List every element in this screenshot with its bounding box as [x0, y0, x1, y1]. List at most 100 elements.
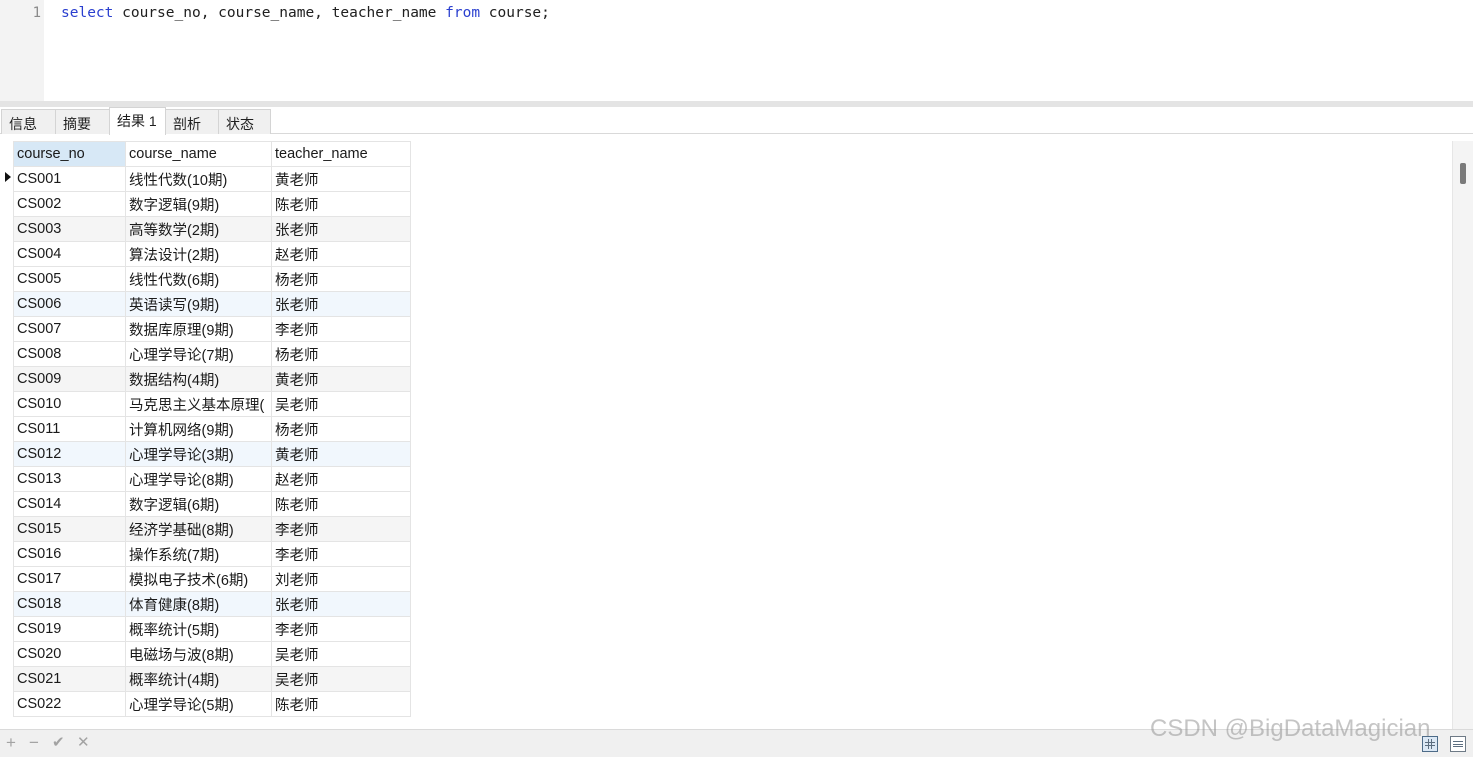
cell-course-name[interactable]: 概率统计(5期)	[125, 616, 272, 642]
sql-code-line[interactable]: select course_no, course_name, teacher_n…	[61, 5, 550, 21]
cell-teacher-name[interactable]: 陈老师	[271, 491, 411, 517]
discard-changes-icon[interactable]: ✕	[77, 734, 90, 752]
cell-teacher-name[interactable]: 李老师	[271, 516, 411, 542]
table-row[interactable]: CS016 操作系统(7期) 李老师	[13, 541, 411, 567]
cell-teacher-name[interactable]: 李老师	[271, 616, 411, 642]
cell-course-no[interactable]: CS012	[13, 441, 126, 467]
cell-teacher-name[interactable]: 黄老师	[271, 366, 411, 392]
cell-course-name[interactable]: 数字逻辑(6期)	[125, 491, 272, 517]
cell-course-name[interactable]: 数据结构(4期)	[125, 366, 272, 392]
cell-course-no[interactable]: CS003	[13, 216, 126, 242]
cell-teacher-name[interactable]: 张老师	[271, 291, 411, 317]
cell-course-name[interactable]: 数据库原理(9期)	[125, 316, 272, 342]
delete-record-icon[interactable]: −	[29, 734, 39, 752]
table-row[interactable]: CS014 数字逻辑(6期) 陈老师	[13, 491, 411, 517]
cell-teacher-name[interactable]: 黄老师	[271, 166, 411, 192]
table-row[interactable]: CS005 线性代数(6期) 杨老师	[13, 266, 411, 292]
tab-info[interactable]: 信息	[1, 109, 56, 134]
scrollbar-thumb[interactable]	[1460, 163, 1466, 184]
table-row[interactable]: CS007 数据库原理(9期) 李老师	[13, 316, 411, 342]
cell-course-no[interactable]: CS020	[13, 641, 126, 667]
cell-teacher-name[interactable]: 李老师	[271, 541, 411, 567]
cell-course-name[interactable]: 体育健康(8期)	[125, 591, 272, 617]
cell-course-no[interactable]: CS014	[13, 491, 126, 517]
table-row[interactable]: CS002 数字逻辑(9期) 陈老师	[13, 191, 411, 217]
add-record-icon[interactable]: +	[6, 734, 16, 752]
sql-editor[interactable]: 1 select course_no, course_name, teacher…	[0, 0, 1473, 101]
cell-course-name[interactable]: 线性代数(10期)	[125, 166, 272, 192]
cell-course-no[interactable]: CS017	[13, 566, 126, 592]
cell-course-no[interactable]: CS005	[13, 266, 126, 292]
cell-course-name[interactable]: 操作系统(7期)	[125, 541, 272, 567]
cell-course-name[interactable]: 心理学导论(3期)	[125, 441, 272, 467]
cell-teacher-name[interactable]: 吴老师	[271, 391, 411, 417]
cell-course-no[interactable]: CS007	[13, 316, 126, 342]
cell-teacher-name[interactable]: 杨老师	[271, 416, 411, 442]
cell-teacher-name[interactable]: 陈老师	[271, 191, 411, 217]
cell-course-no[interactable]: CS002	[13, 191, 126, 217]
cell-teacher-name[interactable]: 陈老师	[271, 691, 411, 717]
cell-course-no[interactable]: CS013	[13, 466, 126, 492]
cell-teacher-name[interactable]: 刘老师	[271, 566, 411, 592]
table-row[interactable]: CS009 数据结构(4期) 黄老师	[13, 366, 411, 392]
cell-course-name[interactable]: 心理学导论(5期)	[125, 691, 272, 717]
table-row[interactable]: CS001 线性代数(10期) 黄老师	[13, 166, 411, 192]
tab-result-1[interactable]: 结果 1	[109, 107, 166, 135]
table-row[interactable]: CS012 心理学导论(3期) 黄老师	[13, 441, 411, 467]
table-row[interactable]: CS010 马克思主义基本原理(吴老师	[13, 391, 411, 417]
cell-teacher-name[interactable]: 杨老师	[271, 266, 411, 292]
cell-course-no[interactable]: CS006	[13, 291, 126, 317]
form-view-icon[interactable]	[1450, 736, 1466, 752]
cell-course-name[interactable]: 英语读写(9期)	[125, 291, 272, 317]
cell-course-no[interactable]: CS004	[13, 241, 126, 267]
cell-course-no[interactable]: CS009	[13, 366, 126, 392]
cell-course-no[interactable]: CS011	[13, 416, 126, 442]
table-row[interactable]: CS022 心理学导论(5期) 陈老师	[13, 691, 411, 717]
column-header-course-name[interactable]: course_name	[125, 141, 272, 167]
table-row[interactable]: CS003 高等数学(2期) 张老师	[13, 216, 411, 242]
cell-teacher-name[interactable]: 黄老师	[271, 441, 411, 467]
table-row[interactable]: CS013 心理学导论(8期) 赵老师	[13, 466, 411, 492]
table-row[interactable]: CS008 心理学导论(7期) 杨老师	[13, 341, 411, 367]
apply-changes-icon[interactable]: ✔	[52, 734, 65, 752]
cell-course-name[interactable]: 经济学基础(8期)	[125, 516, 272, 542]
cell-course-name[interactable]: 模拟电子技术(6期)	[125, 566, 272, 592]
cell-course-name[interactable]: 高等数学(2期)	[125, 216, 272, 242]
tab-summary[interactable]: 摘要	[55, 109, 110, 134]
cell-teacher-name[interactable]: 赵老师	[271, 466, 411, 492]
tab-status[interactable]: 状态	[218, 109, 271, 134]
column-header-course-no[interactable]: course_no	[13, 141, 126, 167]
cell-course-name[interactable]: 心理学导论(8期)	[125, 466, 272, 492]
cell-teacher-name[interactable]: 赵老师	[271, 241, 411, 267]
table-row[interactable]: CS006 英语读写(9期) 张老师	[13, 291, 411, 317]
table-row[interactable]: CS019 概率统计(5期) 李老师	[13, 616, 411, 642]
cell-course-name[interactable]: 线性代数(6期)	[125, 266, 272, 292]
table-row[interactable]: CS011 计算机网络(9期) 杨老师	[13, 416, 411, 442]
table-row[interactable]: CS017 模拟电子技术(6期) 刘老师	[13, 566, 411, 592]
cell-teacher-name[interactable]: 杨老师	[271, 341, 411, 367]
cell-course-no[interactable]: CS016	[13, 541, 126, 567]
table-row[interactable]: CS018 体育健康(8期) 张老师	[13, 591, 411, 617]
table-row[interactable]: CS004 算法设计(2期) 赵老师	[13, 241, 411, 267]
cell-course-no[interactable]: CS019	[13, 616, 126, 642]
tab-profile[interactable]: 剖析	[165, 109, 219, 134]
cell-course-no[interactable]: CS008	[13, 341, 126, 367]
table-row[interactable]: CS021 概率统计(4期) 吴老师	[13, 666, 411, 692]
table-row[interactable]: CS020 电磁场与波(8期) 吴老师	[13, 641, 411, 667]
cell-course-no[interactable]: CS010	[13, 391, 126, 417]
vertical-scrollbar[interactable]	[1452, 141, 1473, 729]
table-row[interactable]: CS015 经济学基础(8期) 李老师	[13, 516, 411, 542]
column-header-teacher-name[interactable]: teacher_name	[271, 141, 411, 167]
cell-course-name[interactable]: 马克思主义基本原理(	[125, 391, 272, 417]
cell-course-no[interactable]: CS022	[13, 691, 126, 717]
cell-teacher-name[interactable]: 张老师	[271, 591, 411, 617]
cell-teacher-name[interactable]: 李老师	[271, 316, 411, 342]
cell-course-no[interactable]: CS015	[13, 516, 126, 542]
cell-course-no[interactable]: CS001	[13, 166, 126, 192]
cell-teacher-name[interactable]: 张老师	[271, 216, 411, 242]
cell-course-name[interactable]: 计算机网络(9期)	[125, 416, 272, 442]
cell-course-name[interactable]: 概率统计(4期)	[125, 666, 272, 692]
cell-course-name[interactable]: 心理学导论(7期)	[125, 341, 272, 367]
cell-course-no[interactable]: CS018	[13, 591, 126, 617]
cell-course-name[interactable]: 电磁场与波(8期)	[125, 641, 272, 667]
